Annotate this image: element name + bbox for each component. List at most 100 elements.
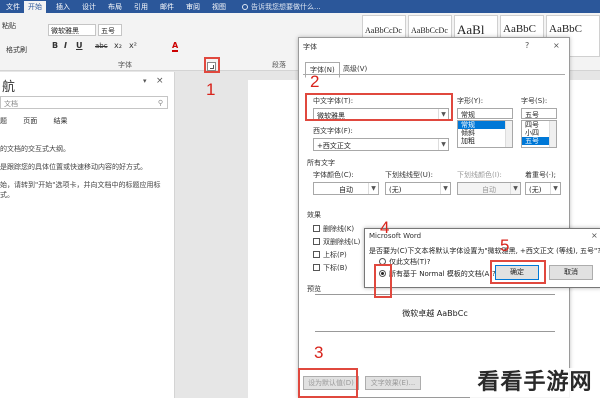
highlight-launcher — [204, 57, 220, 73]
format-painter-button[interactable]: 格式刷 — [6, 45, 27, 55]
nav-help-text: 的文档的交互式大纲。 — [0, 145, 70, 153]
font-size-box[interactable]: 五号 — [98, 24, 122, 36]
emphasis-select[interactable]: (无) ▼ — [525, 182, 561, 195]
tab-view[interactable]: 视图 — [212, 2, 226, 12]
search-icon[interactable]: ⚲ — [158, 99, 163, 107]
scrollbar[interactable] — [549, 121, 556, 147]
chevron-down-icon: ▼ — [368, 183, 378, 194]
paragraph-group-label: 段落 — [272, 61, 286, 69]
checkbox-icon — [313, 251, 320, 258]
tab-home[interactable]: 开始 — [24, 1, 46, 13]
nav-pane-title: 航 — [2, 80, 16, 95]
all-documents-radio[interactable]: 所有基于 Normal 模板的文档(A)? — [379, 269, 496, 279]
cancel-button[interactable]: 取消 — [549, 265, 593, 280]
font-name-box[interactable]: 微软雅黑 — [48, 24, 96, 36]
checkbox-label: 上标(P) — [323, 251, 347, 259]
nav-help-text: 始，请转到"开始"选项卡，并向文档中的标题应用标 — [0, 181, 161, 189]
superscript-button[interactable]: x² — [129, 41, 137, 50]
underline-button[interactable]: U — [76, 41, 83, 50]
font-color-button[interactable]: A — [172, 41, 179, 52]
nav-help-text: 是跟踪您的具体位置或快速移动内容的好方式。 — [0, 163, 147, 171]
list-item[interactable]: 常规 — [458, 121, 512, 129]
tell-me-box[interactable]: 告诉我您想要做什么... — [242, 2, 321, 12]
tab-design[interactable]: 设计 — [82, 2, 96, 12]
underline-style-select[interactable]: (无) ▼ — [385, 182, 451, 195]
tab-divider — [303, 74, 565, 75]
style-label: 字形(Y): — [457, 97, 484, 105]
nav-search-input[interactable]: 文档 ⚲ — [0, 96, 168, 109]
effects-heading: 效果 — [307, 211, 321, 219]
size-list: 四号 小四 五号 — [521, 120, 557, 148]
ribbon-tab-bar: 文件 开始 插入 设计 布局 引用 邮件 审阅 视图 告诉我您想要做什么... — [0, 0, 600, 13]
checkbox-icon — [313, 238, 320, 245]
bold-button[interactable]: B — [52, 41, 58, 50]
close-icon[interactable]: × — [156, 76, 164, 86]
paste-button[interactable]: 粘贴 — [2, 21, 16, 31]
radio-label: 仅此文档(T)? — [389, 258, 431, 266]
double-strikethrough-checkbox[interactable]: 双删除线(L) — [313, 237, 360, 247]
step-number-5: 5 — [500, 236, 510, 255]
tab-references[interactable]: 引用 — [134, 2, 148, 12]
tab-layout[interactable]: 布局 — [108, 2, 122, 12]
font-group-label: 字体 — [118, 61, 132, 69]
italic-button[interactable]: I — [64, 41, 67, 50]
size-input[interactable]: 五号 — [521, 108, 557, 119]
help-icon[interactable]: ? — [525, 41, 529, 50]
font-color-select[interactable]: 自动 ▼ — [313, 182, 379, 195]
nav-menu-icon[interactable]: ▾ — [143, 77, 147, 85]
nav-tab-pages[interactable]: 页面 — [23, 117, 37, 125]
nav-tab-headings[interactable]: 题 — [0, 117, 7, 125]
highlight-set-default — [298, 368, 358, 398]
text-effects-button[interactable]: 文字效果(E)... — [365, 376, 421, 390]
underline-style-label: 下划线线型(U): — [385, 171, 433, 179]
strikethrough-button[interactable]: abc — [95, 42, 108, 50]
checkbox-label: 删除线(K) — [323, 225, 355, 233]
tab-file[interactable]: 文件 — [6, 2, 20, 12]
step-number-1: 1 — [206, 80, 216, 99]
emphasis-value: (无) — [529, 186, 542, 194]
subscript-checkbox[interactable]: 下标(B) — [313, 263, 347, 273]
tab-review[interactable]: 审阅 — [186, 2, 200, 12]
style-sample: AaBbCcDc — [365, 26, 402, 35]
list-item[interactable]: 加粗 — [458, 137, 512, 145]
message-box-title: Microsoft Word — [369, 232, 422, 240]
navigation-pane: 航 ▾ × 文档 ⚲ 题 页面 结果 的文档的交互式大纲。 是跟踪您的具体位置或… — [0, 72, 175, 398]
superscript-checkbox[interactable]: 上标(P) — [313, 250, 347, 260]
nav-tabs: 题 页面 结果 — [0, 116, 81, 126]
lightbulb-icon — [242, 4, 248, 10]
all-text-heading: 所有文字 — [307, 159, 335, 167]
subscript-button[interactable]: x₂ — [114, 41, 122, 50]
step-number-3: 3 — [314, 343, 324, 362]
scrollbar[interactable] — [505, 121, 512, 147]
style-input[interactable]: 常规 — [457, 108, 513, 119]
preview-text: 微软卓越 AaBbCc — [402, 309, 468, 318]
style-list: 常规 倾斜 加粗 — [457, 120, 513, 148]
tab-mailings[interactable]: 邮件 — [160, 2, 174, 12]
checkbox-label: 下标(B) — [323, 264, 348, 272]
western-font-label: 西文字体(F): — [313, 127, 353, 135]
western-font-select[interactable]: +西文正文 ▼ — [313, 138, 449, 151]
preview-heading: 预览 — [307, 285, 321, 293]
tab-insert[interactable]: 插入 — [56, 2, 70, 12]
highlight-chinese-font — [305, 93, 453, 121]
nav-tab-results[interactable]: 结果 — [53, 117, 67, 125]
highlight-ok-button — [490, 260, 546, 284]
site-watermark: 看看手游网 — [470, 368, 600, 398]
font-color-label: 字体颜色(C): — [313, 171, 354, 179]
chevron-down-icon: ▼ — [510, 183, 520, 194]
underline-color-label: 下划线颜色(I): — [457, 171, 502, 179]
close-icon[interactable]: × — [553, 41, 560, 50]
close-icon[interactable]: × — [591, 231, 598, 240]
chevron-down-icon: ▼ — [550, 183, 560, 194]
chevron-down-icon: ▼ — [438, 139, 448, 150]
size-label: 字号(S): — [521, 97, 548, 105]
strikethrough-checkbox[interactable]: 删除线(K) — [313, 224, 354, 234]
radio-label: 所有基于 Normal 模板的文档(A)? — [389, 270, 496, 278]
underline-color-select[interactable]: 自动 ▼ — [457, 182, 521, 195]
step-number-2: 2 — [310, 72, 320, 91]
style-sample: AaBl — [457, 22, 485, 37]
highlight-radio-option — [374, 264, 392, 298]
tell-me-text: 告诉我您想要做什么... — [251, 3, 321, 11]
underline-color-value: 自动 — [482, 186, 496, 194]
list-item[interactable]: 倾斜 — [458, 129, 512, 137]
